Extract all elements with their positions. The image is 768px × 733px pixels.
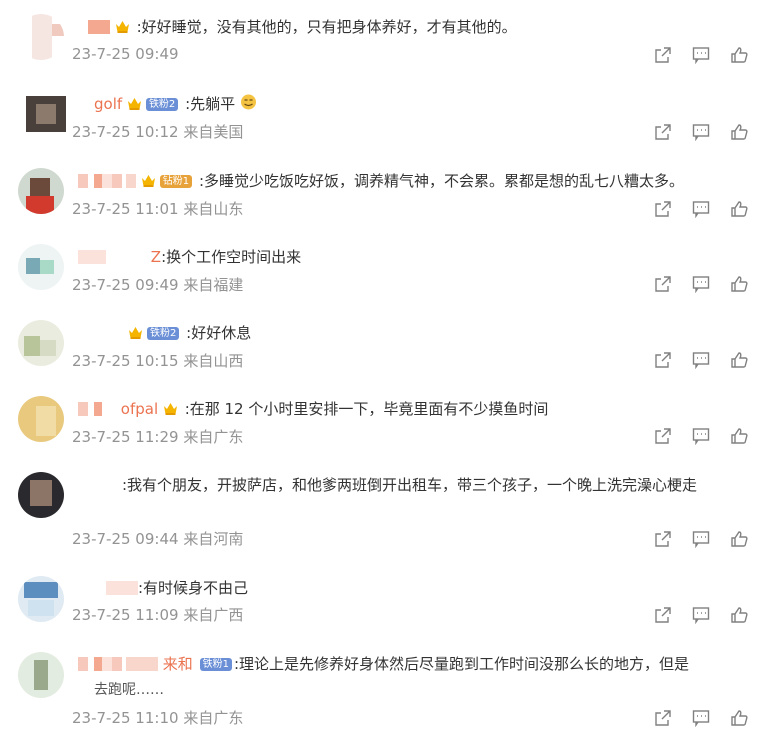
share-icon[interactable] — [654, 530, 672, 548]
crown-icon — [115, 21, 129, 33]
comment-location: 来自广东 — [183, 428, 244, 446]
comment-location: 来自河南 — [183, 530, 244, 548]
share-icon[interactable] — [654, 351, 672, 369]
like-icon[interactable] — [730, 530, 748, 548]
comment-icon[interactable] — [692, 427, 710, 446]
fan-badge: 钻粉1 — [159, 175, 193, 188]
username[interactable]: golf — [94, 95, 122, 113]
like-icon[interactable] — [730, 123, 748, 141]
comment-location: 来自山东 — [183, 200, 244, 218]
like-icon[interactable] — [730, 200, 748, 218]
comment-actions — [654, 123, 748, 142]
crown-icon — [141, 175, 155, 187]
username-mosaic[interactable] — [106, 581, 138, 595]
comment-actions — [654, 275, 748, 294]
comment-actions — [654, 427, 748, 446]
avatar[interactable] — [18, 168, 64, 214]
share-icon[interactable] — [654, 200, 672, 218]
comment-time: 23-7-25 11:09 — [72, 606, 179, 624]
fan-badge: 铁粉2 — [145, 98, 179, 111]
comment-text: :好好睡觉，没有其他的，只有把身体养好，才有其他的。 — [136, 18, 517, 36]
comment-icon[interactable] — [692, 200, 710, 219]
username-mosaic[interactable] — [78, 174, 136, 188]
comment-time: 23-7-25 09:44 — [72, 530, 179, 548]
share-icon[interactable] — [654, 709, 672, 727]
like-icon[interactable] — [730, 709, 748, 727]
share-icon[interactable] — [654, 46, 672, 64]
comment-location: 来自美国 — [183, 123, 244, 141]
lying-emoji-icon — [240, 94, 256, 110]
comment-text-continued: 去跑呢…… — [94, 682, 164, 698]
share-icon[interactable] — [654, 606, 672, 624]
comment-actions — [654, 709, 748, 728]
avatar[interactable] — [18, 244, 64, 290]
like-icon[interactable] — [730, 427, 748, 445]
comment-time: 23-7-25 11:29 — [72, 428, 179, 446]
comment-icon[interactable] — [692, 351, 710, 370]
comment-text: :我有个朋友，开披萨店，和他爹两班倒开出租车，带三个孩子，一个晚上洗完澡心梗走 — [122, 476, 698, 494]
username[interactable]: 来和 — [163, 655, 193, 673]
crown-icon — [129, 327, 142, 339]
comment-text: :在那 12 个小时里安排一下，毕竟里面有不少摸鱼时间 — [184, 400, 549, 418]
share-icon[interactable] — [654, 123, 672, 141]
comment-actions — [654, 200, 748, 219]
comment-actions — [654, 530, 748, 549]
username[interactable]: ofpal — [121, 400, 158, 418]
share-icon[interactable] — [654, 275, 672, 293]
comment-time: 23-7-25 09:49 — [72, 45, 179, 63]
comment-location: 来自福建 — [183, 276, 244, 294]
avatar[interactable] — [18, 472, 64, 518]
fan-badge: 铁粉2 — [147, 327, 180, 340]
comment-actions — [654, 46, 748, 65]
username-mosaic[interactable] — [78, 657, 158, 671]
comment-icon[interactable] — [692, 123, 710, 142]
avatar[interactable] — [18, 576, 64, 622]
comment-text: :换个工作空时间出来 — [161, 248, 302, 266]
comment-time: 23-7-25 10:15 — [72, 352, 179, 370]
comment-time: 23-7-25 10:12 — [72, 123, 179, 141]
avatar[interactable] — [18, 652, 64, 698]
avatar[interactable] — [18, 14, 64, 60]
crown-icon — [127, 98, 141, 110]
comment-icon[interactable] — [692, 709, 710, 728]
comment-location: 来自山西 — [183, 352, 244, 370]
username-mosaic[interactable] — [78, 250, 106, 264]
share-icon[interactable] — [654, 427, 672, 445]
comment-actions — [654, 351, 748, 370]
comment-text: :有时候身不由己 — [138, 579, 249, 597]
avatar[interactable] — [26, 96, 66, 132]
username-mosaic[interactable] — [78, 478, 122, 492]
username[interactable]: Z — [151, 248, 161, 266]
comment-icon[interactable] — [692, 606, 710, 625]
avatar[interactable] — [18, 396, 64, 442]
like-icon[interactable] — [730, 351, 748, 369]
like-icon[interactable] — [730, 606, 748, 624]
like-icon[interactable] — [730, 46, 748, 64]
comment-icon[interactable] — [692, 530, 710, 549]
like-icon[interactable] — [730, 275, 748, 293]
username-mosaic[interactable] — [88, 20, 110, 34]
comment-text: :多睡觉少吃饭吃好饭，调养精气神，不会累。累都是想的乱七八糟太多。 — [198, 172, 684, 190]
comment-time: 23-7-25 09:49 — [72, 276, 179, 294]
avatar[interactable] — [18, 320, 64, 366]
username-mosaic[interactable] — [78, 402, 102, 416]
comment-actions — [654, 606, 748, 625]
comment-time: 23-7-25 11:01 — [72, 200, 179, 218]
comment-location: 来自广东 — [183, 709, 244, 727]
comment-location: 来自广西 — [183, 606, 244, 624]
comment-text: :理论上是先修养好身体然后尽量跑到工作时间没那么长的地方，但是 — [233, 655, 690, 673]
comment-icon[interactable] — [692, 275, 710, 294]
comment-icon[interactable] — [692, 46, 710, 65]
comment-time: 23-7-25 11:10 — [72, 709, 179, 727]
crown-icon — [163, 403, 177, 415]
comment-text: :好好休息 — [186, 324, 252, 342]
comment-text: :先躺平 — [185, 95, 236, 113]
fan-badge: 铁粉1 — [199, 658, 232, 671]
